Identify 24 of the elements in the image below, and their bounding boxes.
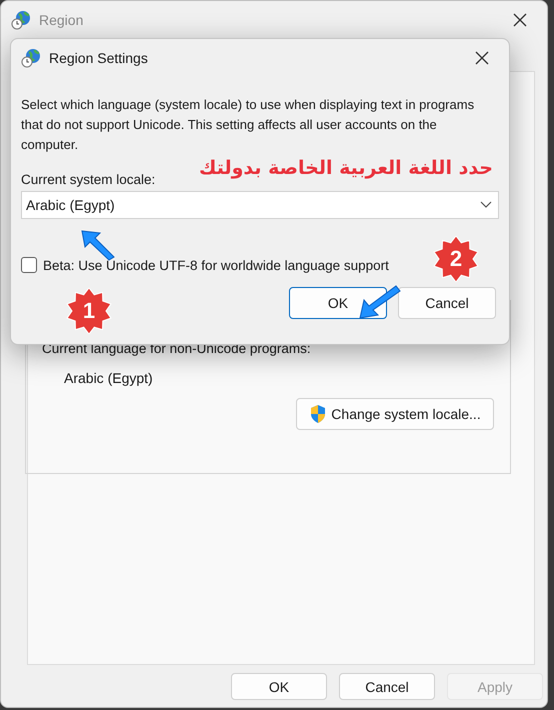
dialog-button[interactable]: OK — [231, 673, 327, 700]
close-icon — [475, 51, 489, 65]
shield-icon — [309, 404, 328, 424]
globe-clock-icon — [11, 10, 31, 30]
current-language-value: Arabic (Egypt) — [64, 370, 154, 386]
locale-label: Current system locale: — [21, 172, 156, 187]
description-text: Select which language (system locale) to use when displaying text in programs that do not support Unicode. This setting affects all user accounts on the computer. — [21, 96, 476, 154]
dialog-button[interactable]: Cancel — [398, 287, 496, 319]
window-title: Region — [39, 12, 84, 28]
arrow-icon — [358, 284, 402, 320]
checkbox[interactable] — [21, 257, 37, 273]
globe-clock-icon — [21, 48, 41, 68]
chevron-down-icon — [480, 201, 492, 209]
arrow-icon — [80, 229, 116, 261]
step-badge: 1 — [66, 288, 112, 334]
dialog-button[interactable]: Cancel — [339, 673, 435, 700]
close-icon — [513, 13, 527, 27]
annotation-text: حدد اللغة العربية الخاصة بدولتك — [199, 157, 493, 179]
dialog-title: Region Settings — [49, 50, 149, 66]
dialog-button[interactable]: OK — [289, 287, 387, 319]
checkbox-label: Beta: Use Unicode UTF-8 for worldwide language support — [43, 258, 389, 272]
step-badge: 2 — [433, 236, 479, 282]
locale-dropdown[interactable]: Arabic (Egypt) — [21, 191, 499, 219]
change-system-locale-button[interactable]: Change system locale... — [296, 398, 494, 430]
